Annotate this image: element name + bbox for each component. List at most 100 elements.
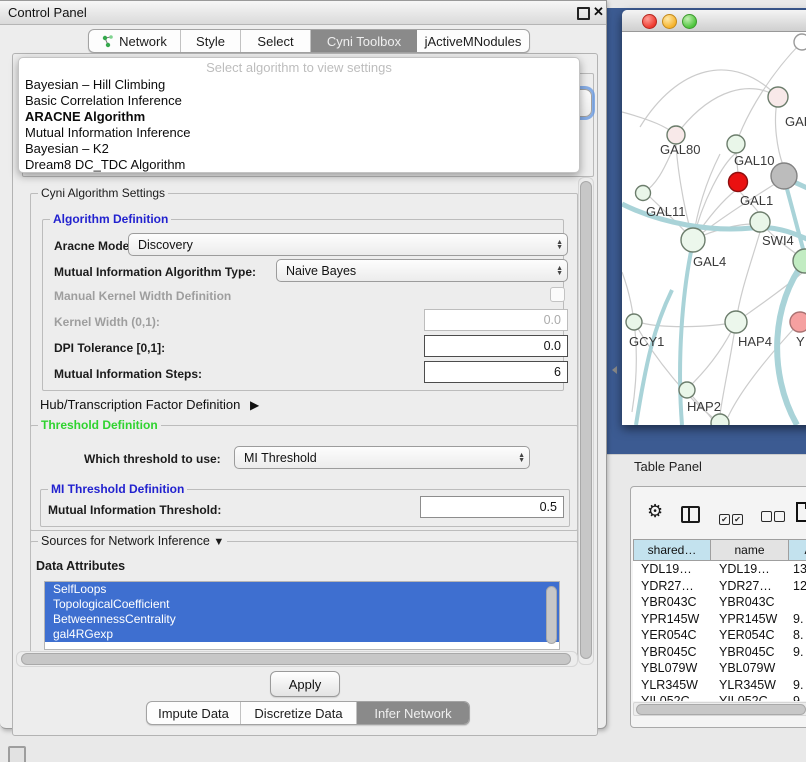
- network-view-window[interactable]: GAL GAL80 GAL10 GAL11 GAL1 SWI4 GAL4 GCY…: [622, 10, 806, 425]
- tab-impute-data[interactable]: Impute Data: [147, 702, 241, 724]
- settings-hscrollbar-thumb[interactable]: [21, 653, 571, 665]
- node-label: GAL1: [740, 193, 773, 208]
- gear-icon[interactable]: ⚙: [647, 501, 663, 522]
- algorithm-option-selected[interactable]: ARACNE Algorithm: [25, 109, 565, 125]
- tab-infer-network[interactable]: Infer Network: [357, 702, 469, 724]
- node-label: Y: [796, 334, 805, 349]
- tab-cyni-toolbox[interactable]: Cyni Toolbox: [311, 30, 417, 52]
- table-hscrollbar[interactable]: [633, 702, 806, 716]
- node-label: GAL11: [646, 204, 686, 219]
- which-threshold-label: Which threshold to use:: [84, 452, 221, 466]
- column-header-shared-name[interactable]: shared…: [633, 539, 711, 561]
- node-gal11[interactable]: [636, 186, 651, 201]
- algorithm-option[interactable]: Mutual Information Inference: [25, 125, 565, 141]
- aracne-mode-combo[interactable]: Discovery ▲▼: [128, 233, 568, 256]
- select-all-columns-icon[interactable]: ✔✔: [719, 509, 743, 527]
- list-item[interactable]: gal4RGexp: [45, 627, 559, 642]
- manual-kernel-label: Manual Kernel Width Definition: [54, 289, 231, 303]
- tab-jactivemnodules[interactable]: jActiveMNodules: [417, 30, 529, 52]
- node-hap4[interactable]: [725, 311, 747, 333]
- deselect-all-columns-icon[interactable]: [761, 509, 785, 527]
- apply-button[interactable]: Apply: [270, 671, 340, 697]
- kernel-width-field[interactable]: 0.0: [424, 309, 568, 331]
- control-panel-titlebar[interactable]: Control Panel ✕: [0, 1, 606, 25]
- mi-threshold-field[interactable]: 0.5: [420, 496, 564, 518]
- node-gal-cut[interactable]: [768, 87, 788, 107]
- close-panel-icon[interactable]: ✕: [593, 4, 604, 20]
- algorithm-option[interactable]: Basic Correlation Inference: [25, 93, 565, 109]
- float-panel-icon[interactable]: [577, 7, 590, 20]
- which-threshold-combo[interactable]: MI Threshold ▲▼: [234, 446, 530, 469]
- tab-style[interactable]: Style: [181, 30, 241, 52]
- settings-vscrollbar[interactable]: [578, 177, 594, 665]
- list-vscrollbar-thumb[interactable]: [546, 586, 557, 644]
- minimize-traffic-icon[interactable]: [662, 14, 677, 29]
- algorithm-option[interactable]: Dream8 DC_TDC Algorithm: [25, 157, 565, 173]
- cell: YLR345W: [633, 677, 711, 694]
- cell: YIL052C: [711, 693, 789, 701]
- cell: YBL079W: [633, 660, 711, 677]
- node-y-cut[interactable]: [790, 312, 806, 332]
- data-attributes-list[interactable]: SelfLoops TopologicalCoefficient Between…: [44, 581, 560, 650]
- settings-hscrollbar[interactable]: [16, 651, 578, 667]
- group-title: MI Threshold Definition: [48, 482, 187, 496]
- table-row[interactable]: YBR045C YBR045C 9.: [633, 644, 806, 661]
- node-gcy1[interactable]: [626, 314, 642, 330]
- network-window-titlebar[interactable]: [622, 10, 806, 32]
- tab-discretize-data[interactable]: Discretize Data: [241, 702, 357, 724]
- table-row[interactable]: YBL079W YBL079W: [633, 660, 806, 677]
- cyni-bottom-tabbar: Impute Data Discretize Data Infer Networ…: [146, 701, 470, 725]
- node-hap2[interactable]: [679, 382, 695, 398]
- export-table-icon[interactable]: [795, 501, 806, 523]
- node-bottom-cut[interactable]: [711, 414, 729, 425]
- tab-select[interactable]: Select: [241, 30, 311, 52]
- table-row[interactable]: YPR145W YPR145W 9.: [633, 611, 806, 628]
- tab-network[interactable]: Network: [89, 30, 181, 52]
- screen: GAL GAL80 GAL10 GAL11 GAL1 SWI4 GAL4 GCY…: [0, 0, 806, 762]
- hub-definition-toggle[interactable]: Hub/Transcription Factor Definition ▶: [40, 397, 259, 412]
- minimized-panel-icon[interactable]: [8, 746, 26, 762]
- zoom-traffic-icon[interactable]: [682, 14, 697, 29]
- column-layout-icon[interactable]: [681, 506, 700, 523]
- group-title: Cyni Algorithm Settings: [38, 186, 168, 200]
- sources-toggle[interactable]: Sources for Network Inference ▼: [38, 534, 227, 548]
- node-unnamed-top[interactable]: [794, 34, 806, 50]
- close-traffic-icon[interactable]: [642, 14, 657, 29]
- table-row[interactable]: YBR043C YBR043C: [633, 594, 806, 611]
- node-gal1[interactable]: [750, 212, 770, 232]
- list-item[interactable]: TopologicalCoefficient: [45, 597, 559, 612]
- mi-steps-field[interactable]: 6: [424, 361, 568, 383]
- table-toolbar: ⚙ ✔✔: [633, 493, 806, 533]
- dpi-tolerance-field[interactable]: 0.0: [424, 335, 568, 357]
- algorithm-option[interactable]: Bayesian – Hill Climbing: [25, 77, 565, 93]
- mi-type-combo[interactable]: Naive Bayes ▲▼: [276, 259, 568, 282]
- cell: 13: [789, 561, 806, 578]
- node-gal10[interactable]: [727, 135, 745, 153]
- table-row[interactable]: YLR345W YLR345W 9.: [633, 677, 806, 694]
- algorithm-option[interactable]: Bayesian – K2: [25, 141, 565, 157]
- network-canvas[interactable]: GAL GAL80 GAL10 GAL11 GAL1 SWI4 GAL4 GCY…: [622, 32, 806, 425]
- stepper-arrows-icon: ▲▼: [550, 240, 563, 250]
- splitpane-collapse-icon[interactable]: [612, 366, 617, 374]
- control-panel-tabbar: Network Style Select Cyni Toolbox jActiv…: [88, 29, 530, 53]
- node-selected-red[interactable]: [729, 173, 748, 192]
- table-row[interactable]: YDR27… YDR27… 12: [633, 578, 806, 595]
- list-item[interactable]: BetweennessCentrality: [45, 612, 559, 627]
- table-row[interactable]: YDL19… YDL19… 13: [633, 561, 806, 578]
- column-header-name[interactable]: name: [711, 539, 789, 561]
- node-gal4[interactable]: [681, 228, 705, 252]
- node-gray[interactable]: [771, 163, 797, 189]
- table-body[interactable]: YDL19… YDL19… 13 YDR27… YDR27… 12 YBR043…: [633, 561, 806, 701]
- column-header-cut[interactable]: A: [789, 539, 806, 561]
- table-row[interactable]: YER054C YER054C 8.: [633, 627, 806, 644]
- cell: [789, 594, 806, 611]
- table-hscrollbar-thumb[interactable]: [636, 704, 806, 715]
- tab-label: Impute Data: [158, 706, 229, 721]
- table-row[interactable]: YIL052C YIL052C 9.: [633, 693, 806, 701]
- cell: YBR045C: [711, 644, 789, 661]
- settings-vscrollbar-thumb[interactable]: [580, 181, 592, 659]
- cell: YDR27…: [633, 578, 711, 595]
- cell: 9.: [789, 677, 806, 694]
- list-item[interactable]: SelfLoops: [45, 582, 559, 597]
- manual-kernel-checkbox[interactable]: [550, 287, 565, 302]
